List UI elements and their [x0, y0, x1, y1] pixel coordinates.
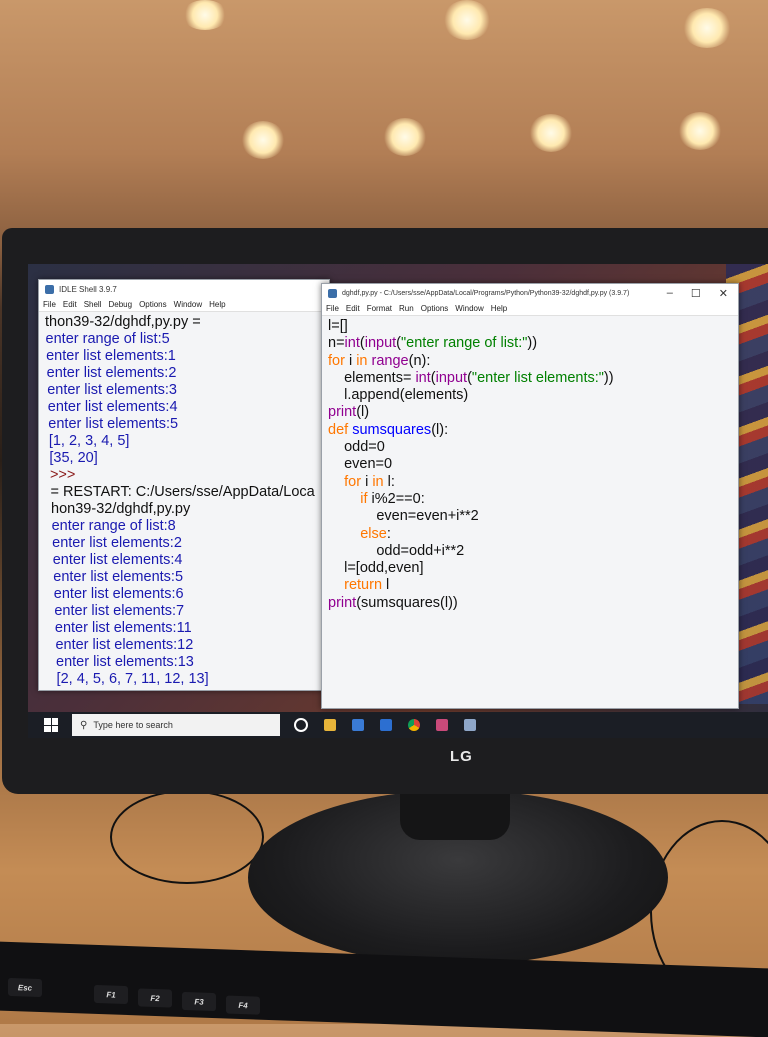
shell-menu-debug[interactable]: Debug: [108, 300, 132, 309]
editor-menu-file[interactable]: File: [326, 304, 339, 313]
shell-line: enter list elements:12: [55, 637, 194, 653]
cortana-icon[interactable]: [294, 718, 308, 732]
code-line: elements= int(input("enter list elements…: [328, 369, 614, 386]
code-line: odd=0: [328, 439, 385, 456]
shell-title: IDLE Shell 3.9.7: [59, 284, 117, 294]
maximize-icon[interactable]: ☐: [691, 287, 701, 300]
f1-key[interactable]: F1: [94, 984, 128, 1005]
f4-key[interactable]: F4: [226, 995, 260, 1015]
shell-menu-edit[interactable]: Edit: [63, 300, 77, 309]
shell-menu-window[interactable]: Window: [174, 300, 202, 309]
taskbar-apps: [294, 718, 476, 732]
ceiling-light: [529, 114, 573, 152]
code-line: else:: [360, 525, 391, 542]
shell-line: enter list elements:11: [54, 620, 192, 636]
editor-menu-format[interactable]: Format: [367, 304, 392, 313]
shell-line: [1, 2, 3, 4, 5]: [48, 433, 130, 449]
windows-start-icon[interactable]: [44, 718, 58, 732]
ceiling-light: [678, 112, 722, 150]
shell-output[interactable]: thon39-32/dghdf,py.py = enter range of li…: [39, 312, 329, 688]
shell-line: enter list elements:6: [53, 586, 184, 602]
editor-titlebar[interactable]: dghdf,py.py - C:/Users/sse/AppData/Local…: [322, 284, 738, 302]
shell-line: [2, 4, 5, 6, 7, 11, 12, 13]: [56, 671, 209, 687]
ceiling-light: [241, 121, 285, 159]
shell-line: enter list elements:3: [47, 382, 177, 398]
shell-line: thon39-32/dghdf,py.py =: [45, 314, 201, 330]
shell-line: enter list elements:5: [53, 569, 184, 585]
desktop-screen: IDLE Shell 3.9.7 File Edit Shell Debug Optio…: [28, 264, 768, 738]
shell-titlebar[interactable]: IDLE Shell 3.9.7: [39, 280, 329, 298]
code-line: def sumsquares(l):: [328, 421, 449, 438]
ceiling-light: [682, 8, 732, 48]
ceiling-light: [443, 0, 491, 40]
search-icon: ⚲: [80, 719, 88, 731]
python-idle-icon[interactable]: [464, 719, 476, 731]
shell-line: enter list elements:1: [46, 348, 176, 364]
shell-menu-options[interactable]: Options: [139, 300, 167, 309]
shell-menubar: File Edit Shell Debug Options Window Help: [39, 298, 329, 312]
code-line: print(sumsquares(l)): [328, 594, 458, 611]
monitor-brand-logo: LG: [450, 748, 473, 765]
keyboard: Esc F1 F2 F3 F4: [0, 941, 768, 1037]
shell-line: enter range of list:8: [51, 518, 176, 534]
editor-menu-help[interactable]: Help: [491, 304, 507, 313]
store-icon[interactable]: [352, 719, 364, 731]
esc-key[interactable]: Esc: [8, 977, 42, 998]
code-line: l=[odd,even]: [328, 560, 424, 577]
code-line: if i%2==0:: [360, 490, 425, 507]
search-placeholder: Type here to search: [93, 720, 173, 730]
taskbar-search-box[interactable]: ⚲ Type here to search: [72, 714, 280, 736]
shell-line: enter list elements:4: [47, 399, 178, 415]
code-editor[interactable]: l=[] n=int(input("enter range of list:"))…: [322, 316, 738, 612]
editor-menu-options[interactable]: Options: [421, 304, 449, 313]
editor-menu-run[interactable]: Run: [399, 304, 414, 313]
shell-menu-shell[interactable]: Shell: [84, 300, 102, 309]
code-line: even=0: [328, 456, 393, 473]
ceiling-light: [182, 0, 228, 30]
code-line: n=int(input("enter range of list:")): [328, 335, 538, 352]
editor-menu-window[interactable]: Window: [455, 304, 483, 313]
shell-line: enter list elements:4: [52, 552, 183, 568]
shell-menu-help[interactable]: Help: [209, 300, 225, 309]
window-controls: – ☐ ✕: [667, 287, 738, 300]
shell-line: [35, 20]: [49, 450, 98, 466]
shell-line: enter list elements:2: [52, 535, 182, 551]
code-line: l=[]: [328, 318, 348, 334]
close-icon[interactable]: ✕: [719, 287, 728, 300]
f2-key[interactable]: F2: [138, 988, 172, 1008]
code-line: even=even+i**2: [328, 508, 479, 525]
idle-shell-window[interactable]: IDLE Shell 3.9.7 File Edit Shell Debug Optio…: [38, 279, 330, 691]
code-line: for i in l:: [344, 473, 395, 490]
code-line: l.append(elements): [328, 387, 469, 404]
shell-line: enter range of list:5: [45, 331, 170, 347]
editor-title: dghdf,py.py - C:/Users/sse/AppData/Local…: [342, 289, 630, 297]
file-explorer-icon[interactable]: [324, 719, 336, 731]
taskbar: ⚲ Type here to search: [28, 712, 768, 738]
shield-icon[interactable]: [380, 719, 392, 731]
shell-line: >>>: [49, 467, 76, 483]
code-line: print(l): [328, 404, 370, 421]
editor-menubar: File Edit Format Run Options Window Help: [322, 302, 738, 316]
chrome-icon[interactable]: [408, 719, 420, 731]
code-line: odd=odd+i**2: [328, 542, 465, 559]
cable: [110, 790, 264, 884]
editor-menu-edit[interactable]: Edit: [346, 304, 360, 313]
code-line: for i in range(n):: [328, 352, 431, 369]
python-file-icon: [328, 288, 337, 298]
shell-line: hon39-32/dghdf,py.py: [51, 501, 191, 517]
python-icon: [45, 284, 54, 294]
minimize-icon[interactable]: –: [667, 287, 673, 300]
shell-line: enter list elements:7: [54, 603, 185, 619]
shell-line: enter list elements:13: [56, 654, 194, 670]
editor-window[interactable]: dghdf,py.py - C:/Users/sse/AppData/Local…: [321, 283, 739, 709]
shell-line: enter list elements:5: [48, 416, 179, 432]
ceiling-light: [383, 118, 427, 156]
shell-menu-file[interactable]: File: [43, 300, 56, 309]
f3-key[interactable]: F3: [182, 991, 216, 1012]
app-icon[interactable]: [436, 719, 448, 731]
shell-line: enter list elements:2: [46, 365, 177, 381]
shell-line: = RESTART: C:/Users/sse/AppData/Loca: [50, 484, 315, 500]
code-line: return l: [344, 577, 390, 594]
